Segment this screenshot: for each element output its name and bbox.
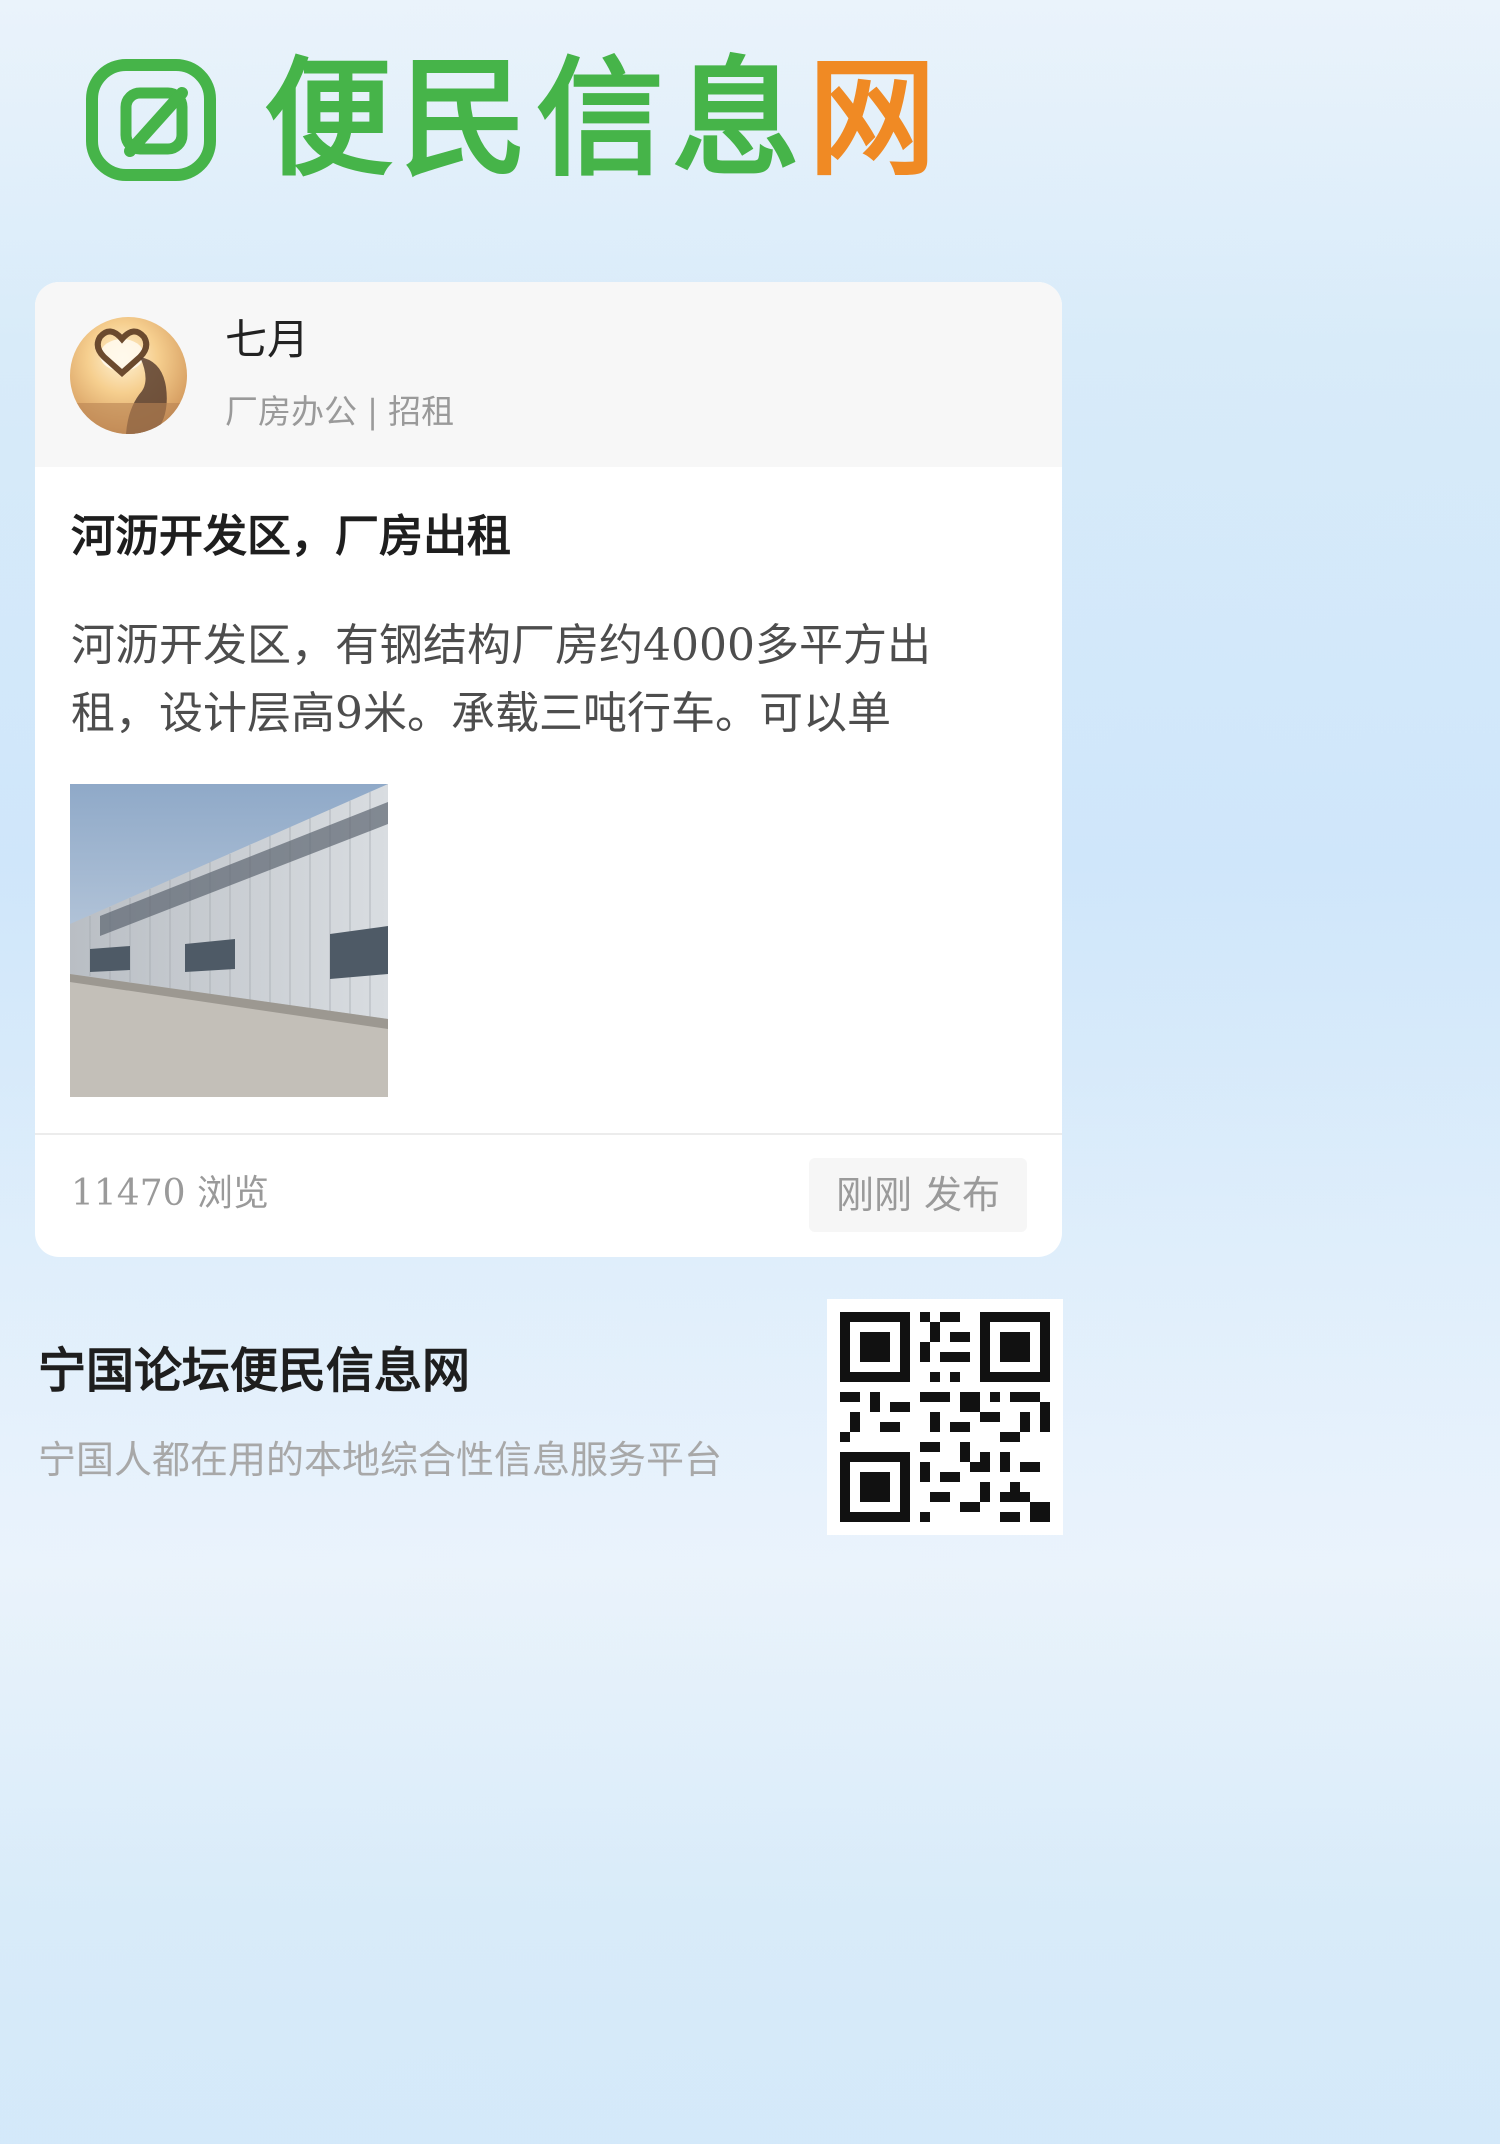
post-body[interactable]: 河沥开发区，有钢结构厂房约4000多平方出租，设计层高9米。承载三吨行车。可以单	[71, 612, 991, 748]
factory-building-photo	[70, 784, 388, 1097]
footer-subtitle: 宁国人都在用的本地综合性信息服务平台	[38, 1438, 723, 1482]
footer-title: 宁国论坛便民信息网	[38, 1343, 471, 1399]
brand-char-5: 网	[808, 45, 945, 194]
avatar-photo	[70, 328, 187, 434]
brand-name: 便 民 信 息 网	[264, 56, 944, 184]
post-meta: 厂房办公 | 招租	[225, 390, 454, 434]
brand-char-4: 息	[672, 45, 809, 194]
brand-char-2: 民	[400, 45, 537, 194]
cutting-board-d-logo-icon	[86, 59, 216, 181]
brand-char-3: 信	[536, 45, 673, 194]
post-type[interactable]: 招租	[388, 390, 454, 434]
card-divider	[35, 1133, 1062, 1135]
publish-time: 刚刚 发布	[809, 1158, 1027, 1232]
post-title[interactable]: 河沥开发区，厂房出租	[71, 507, 511, 567]
brand-char-1: 便	[264, 45, 401, 194]
post-category[interactable]: 厂房办公	[225, 390, 357, 434]
post-header: 七月 厂房办公 | 招租	[35, 282, 1062, 467]
post-image[interactable]	[70, 784, 388, 1097]
avatar[interactable]	[70, 317, 187, 434]
author-name[interactable]: 七月	[225, 312, 309, 368]
brand-logo: 便 民 信 息 网	[86, 56, 1016, 184]
post-card[interactable]: 七月 厂房办公 | 招租 河沥开发区，厂房出租 河沥开发区，有钢结构厂房约400…	[35, 282, 1062, 1257]
qr-code[interactable]	[827, 1299, 1063, 1535]
view-count: 11470 浏览	[71, 1173, 269, 1214]
qr-code-icon	[840, 1312, 1050, 1522]
meta-separator: |	[367, 392, 379, 431]
